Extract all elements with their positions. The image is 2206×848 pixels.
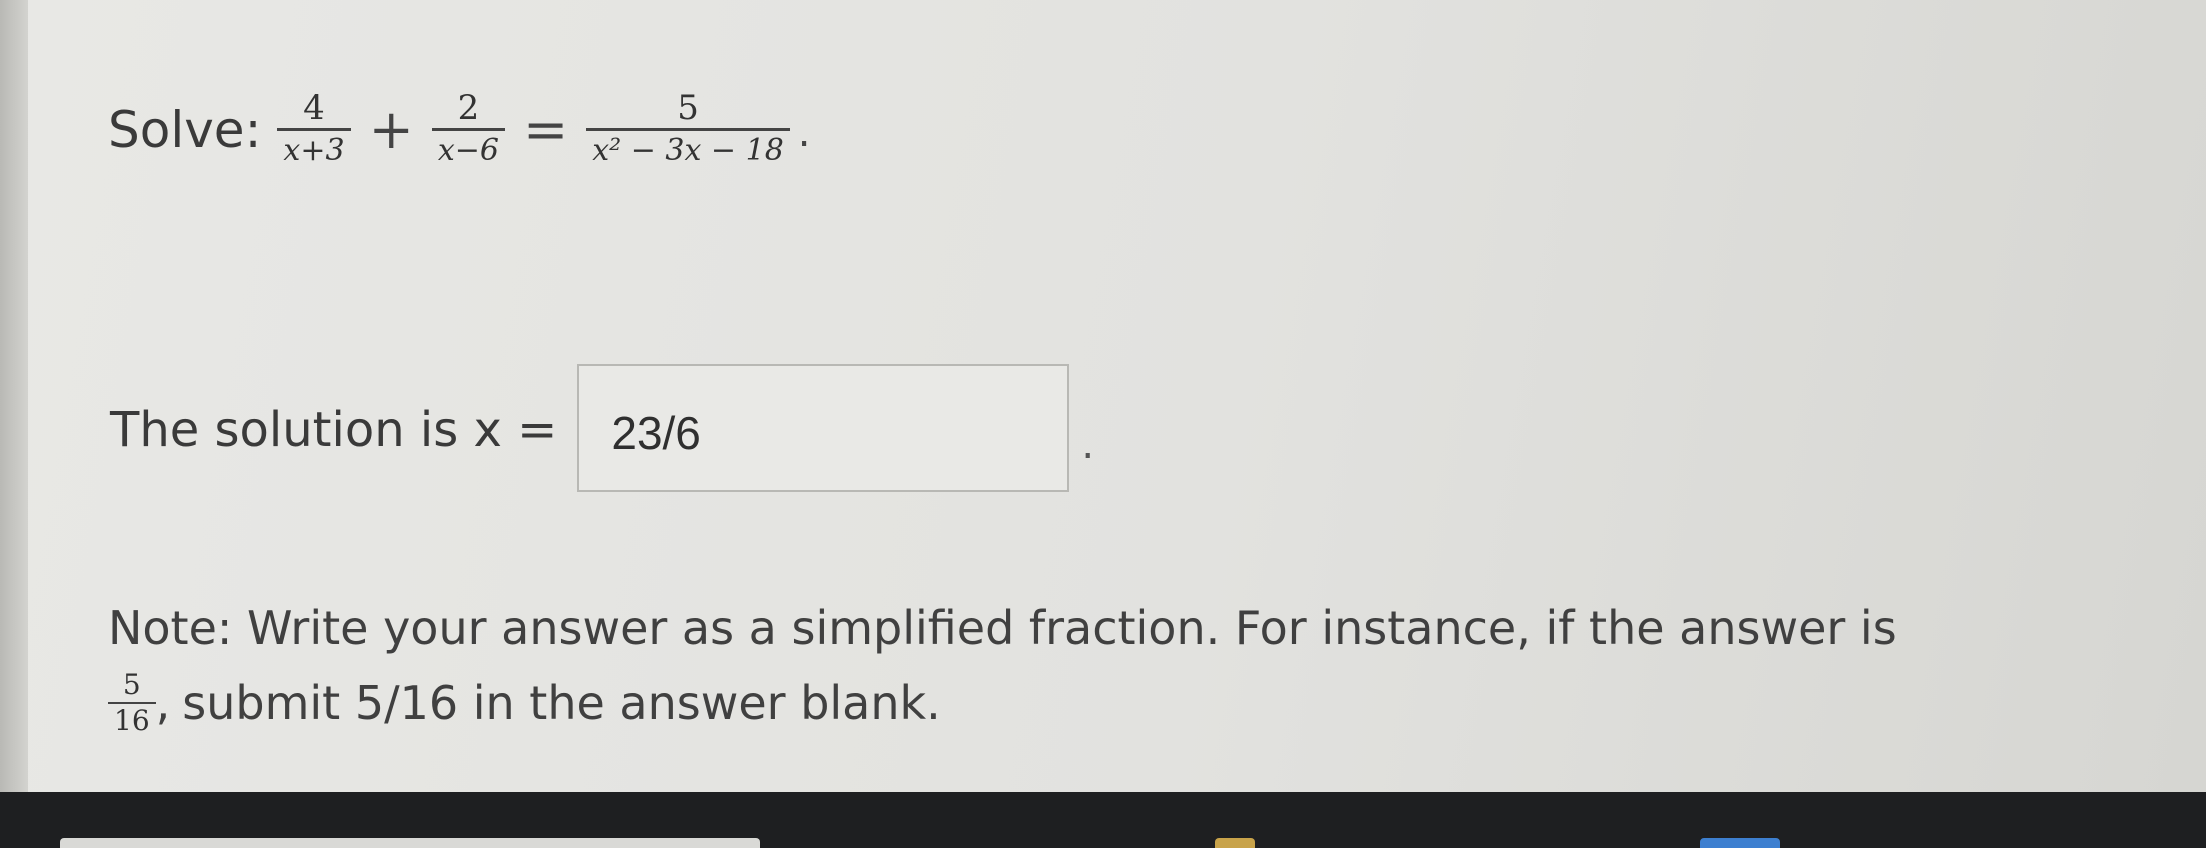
fraction-denominator: 16 <box>114 704 150 737</box>
problem-statement: Solve: 4 x+3 + 2 x−6 = 5 x² − 3x − 18 . <box>108 88 811 171</box>
note-line-2: 5 16 , submit 5/16 in the answer blank. <box>108 668 1897 738</box>
fraction-denominator: x−6 <box>437 133 499 168</box>
problem-period: . <box>797 110 811 156</box>
taskbar-item[interactable] <box>1700 838 1780 848</box>
note-comma: , <box>155 676 171 730</box>
note-line-2-text: submit 5/16 in the answer blank. <box>182 676 941 730</box>
answer-row: The solution is x = 23/6 . <box>110 364 1095 494</box>
answer-label: The solution is x = <box>110 402 558 458</box>
fraction-denominator: x² − 3x − 18 <box>592 133 784 168</box>
fraction-numerator: 4 <box>303 88 325 128</box>
fraction-term-2: 2 x−6 <box>431 88 505 171</box>
taskbar-item[interactable] <box>60 838 760 848</box>
fraction-numerator: 5 <box>122 668 141 701</box>
example-fraction: 5 16 <box>108 668 156 738</box>
answer-period: . <box>1081 422 1095 468</box>
screen-edge <box>0 0 28 792</box>
note-line-1: Note: Write your answer as a simplified … <box>108 601 1897 655</box>
fraction-term-3: 5 x² − 3x − 18 <box>586 88 790 171</box>
solve-label: Solve: <box>108 100 262 159</box>
equals-operator: = <box>522 98 569 161</box>
fraction-numerator: 5 <box>677 88 699 128</box>
instruction-note: Note: Write your answer as a simplified … <box>108 598 1897 738</box>
answer-input[interactable]: 23/6 <box>577 364 1070 492</box>
taskbar-item[interactable] <box>1215 838 1255 848</box>
fraction-numerator: 2 <box>457 88 480 128</box>
fraction-term-1: 4 x+3 <box>277 88 351 171</box>
fraction-denominator: x+3 <box>283 133 345 168</box>
plus-operator: + <box>368 98 414 161</box>
